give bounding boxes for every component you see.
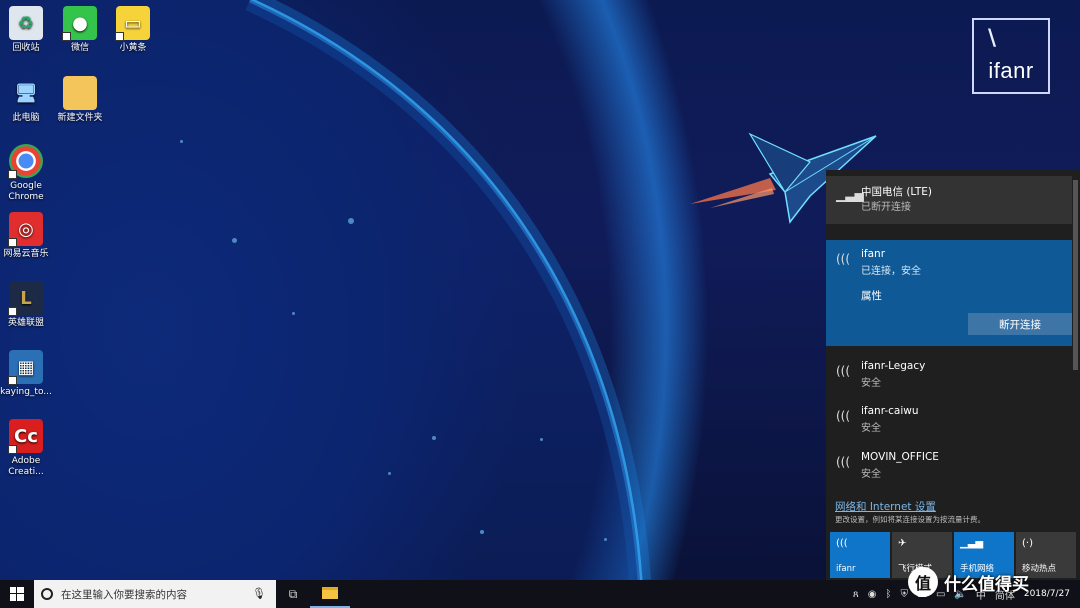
chrome-icon: [8, 144, 43, 179]
watermark-text: 什么值得买: [944, 574, 1029, 595]
desktop-icon-label: kaying_to...: [0, 387, 52, 397]
folder-icon: [63, 76, 97, 110]
cortana-icon: [41, 588, 53, 600]
desktop-icon-chrome[interactable]: Google Chrome: [0, 144, 56, 203]
wechat-icon: ●: [62, 6, 97, 41]
taskbar-search-box[interactable]: 在这里输入你要搜索的内容 🎙: [34, 580, 276, 608]
people-icon[interactable]: ጸ: [853, 589, 859, 600]
desktop-icon-label: 回收站: [12, 43, 40, 53]
ifanr-logo: \ ifanr: [972, 18, 1050, 94]
start-button[interactable]: [0, 580, 34, 608]
wifi-icon: (((: [836, 252, 851, 266]
properties-link[interactable]: 属性: [861, 288, 882, 303]
tile-wifi[interactable]: ((( ifanr: [830, 532, 890, 578]
desktop-icon-label: Google Chrome: [8, 181, 44, 202]
network-flyout: ▁▃▅ 中国电信 (LTE) 已断开连接 ((( ifanr 已连接，安全 属性…: [826, 170, 1080, 580]
network-name: MOVIN_OFFICE: [861, 451, 939, 463]
netease-music-icon: ◎: [8, 212, 43, 247]
network-name: ifanr-Legacy: [861, 360, 926, 372]
network-status: 已断开连接: [861, 202, 911, 213]
network-item-cellular[interactable]: ▁▃▅ 中国电信 (LTE) 已断开连接: [826, 176, 1072, 224]
network-status: 安全: [861, 469, 881, 480]
network-item-ifanr-caiwu[interactable]: ((( ifanr-caiwu 安全: [826, 397, 1072, 439]
windows-logo-icon: [10, 587, 24, 601]
desktop-icon-label: 小黄条: [119, 43, 147, 53]
wifi-icon: (((: [836, 538, 848, 549]
tile-label: ifanr: [836, 564, 856, 574]
network-item-ifanr[interactable]: ((( ifanr 已连接，安全 属性 断开连接: [826, 240, 1072, 346]
file-explorer-icon: [322, 587, 338, 599]
logo-mark: \: [988, 26, 997, 51]
wifi-icon: (((: [836, 409, 851, 423]
desktop-icon-wechat[interactable]: ● 微信: [50, 6, 110, 54]
desktop-icon-adobe[interactable]: Cc Adobe Creati...: [0, 419, 56, 478]
desktop-icon-recycle-bin[interactable]: ♻ 回收站: [0, 6, 56, 54]
network-item-movin-office[interactable]: ((( MOVIN_OFFICE 安全: [826, 443, 1072, 485]
network-settings-description: 更改设置，例如将某连接设置为按流量计费。: [835, 515, 985, 524]
network-name: ifanr: [861, 248, 886, 260]
app-tray-icon[interactable]: ◉: [868, 589, 877, 600]
desktop-icon-label: 此电脑: [12, 113, 40, 123]
network-status: 已连接，安全: [861, 266, 921, 277]
taskbar-file-explorer[interactable]: [310, 580, 350, 608]
desktop-icon-this-pc[interactable]: 🖥 此电脑: [0, 76, 56, 124]
desktop-icon-label: 新建文件夹: [57, 113, 103, 123]
network-status: 安全: [861, 423, 881, 434]
desktop-icon-new-folder[interactable]: 新建文件夹: [50, 76, 110, 124]
app-icon: ▦: [8, 350, 43, 385]
network-item-ifanr-legacy[interactable]: ((( ifanr-Legacy 安全: [826, 352, 1072, 394]
desktop-icon-label: Adobe Creati...: [8, 456, 44, 477]
network-status: 安全: [861, 378, 881, 389]
watermark: 值 什么值得买: [908, 562, 1078, 602]
wifi-icon: (((: [836, 455, 851, 469]
recycle-bin-icon: ♻: [9, 6, 43, 40]
bluetooth-icon[interactable]: ᛒ: [885, 589, 891, 600]
desktop-icon-label: 英雄联盟: [7, 318, 44, 328]
cellular-icon: ▁▃▅: [960, 538, 984, 549]
adobe-cc-icon: Cc: [8, 419, 43, 454]
desktop-icon-netease-music[interactable]: ◎ 网易云音乐: [0, 212, 56, 260]
watermark-logo: 值: [908, 567, 938, 597]
hotspot-icon: (·): [1022, 538, 1033, 549]
league-of-legends-icon: L: [8, 281, 43, 316]
wifi-icon: (((: [836, 364, 851, 378]
sticky-note-icon: ▭: [115, 6, 150, 41]
desktop-icon-label: 网易云音乐: [3, 249, 49, 259]
microphone-icon[interactable]: 🎙: [252, 587, 266, 600]
computer-icon: 🖥: [14, 82, 38, 104]
task-view-icon: ⧉: [288, 586, 298, 601]
logo-text: ifanr: [988, 58, 1034, 83]
task-view-button[interactable]: ⧉: [276, 587, 310, 602]
network-settings-link[interactable]: 网络和 Internet 设置: [835, 499, 936, 514]
disconnect-button[interactable]: 断开连接: [968, 313, 1072, 335]
flyout-scrollbar[interactable]: [1073, 180, 1078, 370]
desktop-icon-lol[interactable]: L 英雄联盟: [0, 281, 56, 329]
desktop-icon-label: 微信: [70, 43, 89, 53]
search-placeholder: 在这里输入你要搜索的内容: [61, 588, 187, 601]
airplane-icon: ✈: [898, 538, 907, 549]
desktop-icon-kaying[interactable]: ▦ kaying_to...: [0, 350, 56, 398]
network-name: ifanr-caiwu: [861, 405, 919, 417]
cellular-signal-icon: ▁▃▅: [836, 188, 864, 202]
security-icon[interactable]: ⛨: [900, 589, 908, 600]
network-name: 中国电信 (LTE): [861, 186, 932, 198]
desktop-icon-sticky[interactable]: ▭ 小黄条: [103, 6, 163, 54]
